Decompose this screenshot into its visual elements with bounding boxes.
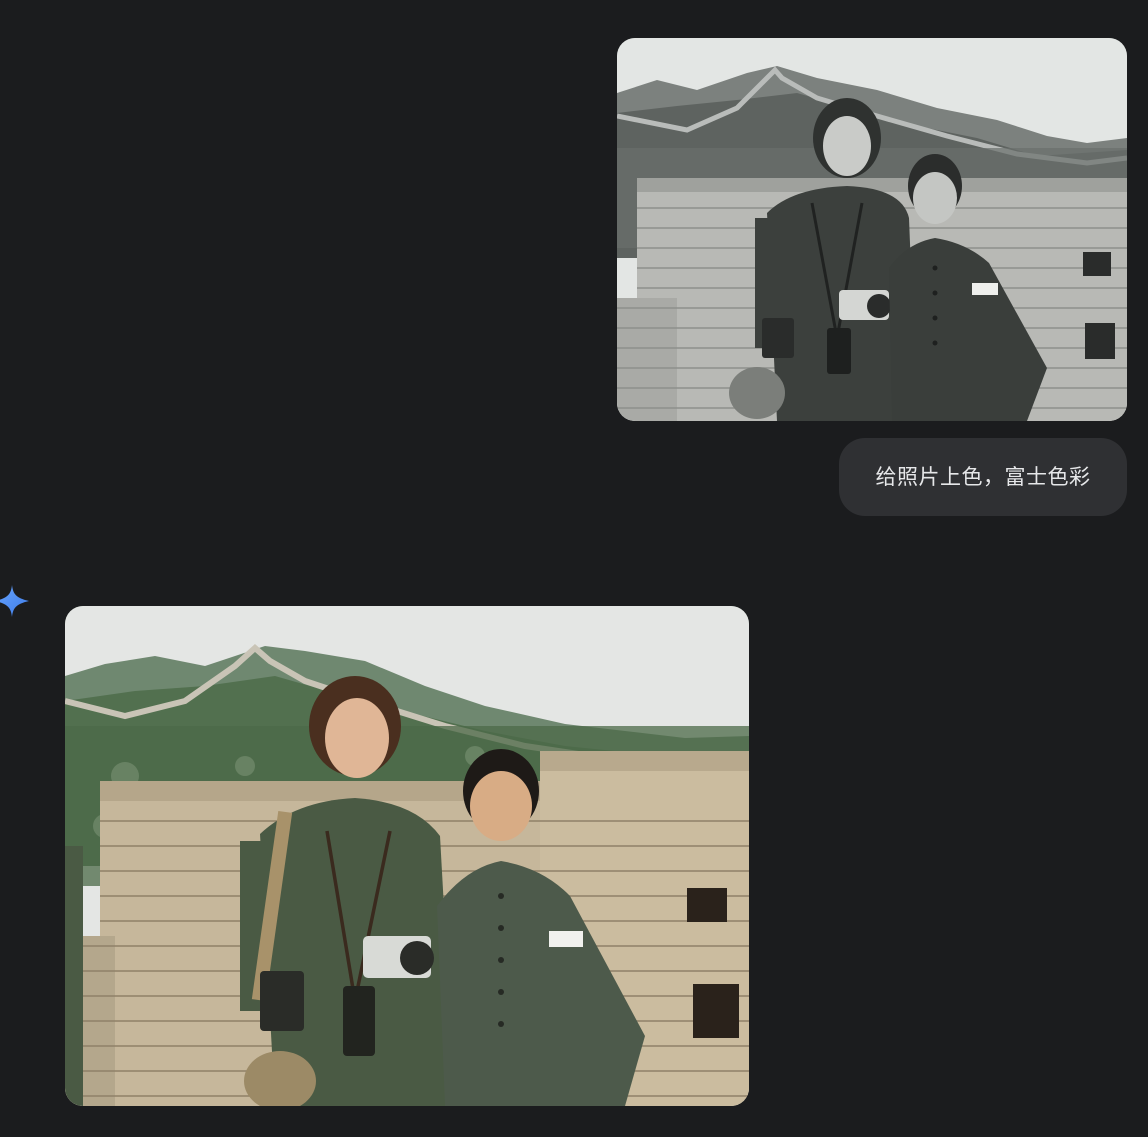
color-photo-illustration [65, 606, 749, 1106]
gemini-sparkle-icon [0, 584, 30, 618]
user-uploaded-photo[interactable] [617, 38, 1127, 421]
chat-page: 给照片上色，富士色彩 [0, 0, 1148, 1137]
bw-photo-illustration [617, 38, 1127, 421]
user-message-bubble: 给照片上色，富士色彩 [839, 438, 1127, 516]
generated-colorized-photo[interactable] [65, 606, 749, 1106]
user-message-text: 给照片上色，富士色彩 [875, 465, 1091, 489]
